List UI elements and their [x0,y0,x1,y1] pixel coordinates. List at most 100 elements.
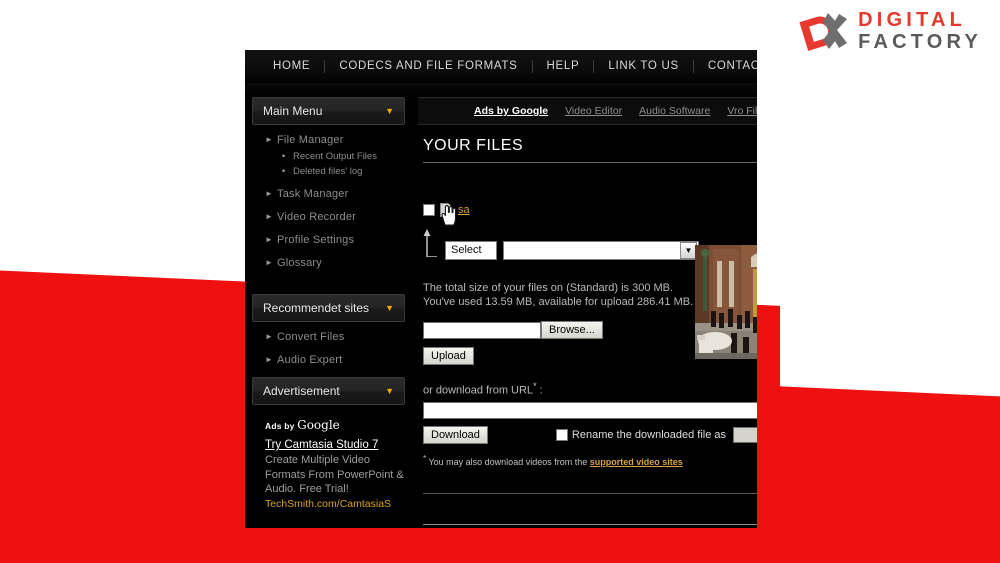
list-item: • Deleted files' log [249,166,413,177]
page-columns: Main Menu ▼ ► File Manager • Recent Outp… [245,97,757,528]
list-item: ► Convert Files [249,331,413,343]
ads-by-google-link[interactable]: Ads by Google [474,105,548,117]
list-item: ► Audio Expert [249,354,413,366]
sidebar-panel-recommended-sites[interactable]: Recommendet sites ▼ [252,294,405,322]
sidebar-item-profile-settings[interactable]: ► Profile Settings [249,234,413,246]
sidebar-subitem-deleted-files-log[interactable]: • Deleted files' log [249,166,413,177]
nav-item-help[interactable]: HELP [533,60,594,72]
footnote-text: You may also download videos from the [428,456,588,467]
sidebar-item-convert-files[interactable]: ► Convert Files [249,331,413,343]
bullet-arrow-icon: ► [265,135,274,144]
sidebar-item-video-recorder[interactable]: ► Video Recorder [249,211,413,223]
footnote-marker: * [533,381,537,391]
ad-title-link[interactable]: Try Camtasia Studio 7 [265,438,410,452]
decorative-red-slab-right [750,385,1000,563]
sidebar-subitem-label: Deleted files' log [293,166,363,177]
top-navigation: HOME CODECS AND FILE FORMATS HELP LINK T… [245,50,757,83]
sidebar-item-task-manager[interactable]: ► Task Manager [249,188,413,200]
nav-item-home[interactable]: HOME [259,60,324,72]
download-footnote: * You may also download videos from the … [423,454,757,467]
ad-link-vro-files[interactable]: Vro Files [727,105,757,117]
page-title: YOUR FILES [423,137,524,154]
file-select-checkbox[interactable] [423,203,435,216]
sidebar-subitem-recent-output-files[interactable]: • Recent Output Files [249,151,413,162]
sidebar-item-label: File Manager [277,134,344,146]
ads-by-text: Ads by [265,421,295,431]
sidebar-menu-list: ► File Manager • Recent Output Files • D… [249,134,413,269]
bullet-arrow-icon: ► [265,258,274,267]
sidebar-item-label: Audio Expert [277,354,343,366]
sidebar-panel-main-menu[interactable]: Main Menu ▼ [252,97,405,125]
footer-divider [423,523,757,525]
download-row: Download Rename the downloaded file as [423,425,757,444]
sidebar-item-label: Task Manager [277,188,349,200]
arrow-up-icon [423,229,437,257]
bullet-arrow-icon: ► [265,332,274,341]
list-item: ► Profile Settings [249,234,413,246]
logo-wordmark: DIGITAL FACTORY [858,10,982,52]
sidebar-item-file-manager-wrap: ► File Manager • Recent Output Files • D… [249,134,413,177]
nav-item-link-to-us[interactable]: LINK TO US [594,60,693,72]
file-icon[interactable] [440,202,453,217]
chevron-down-icon: ▼ [385,302,394,313]
sidebar-subitem-label: Recent Output Files [293,151,377,162]
sidebar-panel-advertisement[interactable]: Advertisement ▼ [252,377,405,405]
thumbnail-image [695,245,757,359]
logo-line-digital: DIGITAL [858,9,967,31]
list-item: ► Task Manager [249,188,413,200]
nav-item-codecs-and-file-formats[interactable]: CODECS AND FILE FORMATS [325,60,531,72]
nav-item-contact-form[interactable]: CONTACT FORM [694,60,757,72]
logo-line-factory: FACTORY [858,31,982,53]
upload-file-input[interactable] [423,321,541,339]
sidebar-panel-advertisement-label: Advertisement [263,384,340,398]
title-divider [423,162,757,163]
sidebar-item-label: Video Recorder [277,211,357,223]
chevron-down-icon: ▼ [385,105,394,116]
url-download-label-text: or download from URL [423,384,534,397]
footnote-marker: * [423,453,427,463]
bullet-arrow-icon: ► [265,212,274,221]
ad-link-audio-software[interactable]: Audio Software [639,105,710,117]
navigation-shadow [245,83,757,97]
bullet-dot-icon: • [282,166,286,176]
ads-banner-strip: Ads by Google Video Editor Audio Softwar… [418,97,757,125]
screenshot-stage: DIGITAL FACTORY HOME CODECS AND FILE FOR… [0,0,1000,563]
upload-button[interactable]: Upload [423,347,474,365]
download-button[interactable]: Download [423,425,488,444]
digital-factory-logo: DIGITAL FACTORY [795,10,982,52]
list-item: ► Video Recorder [249,211,413,223]
url-input[interactable] [423,401,757,419]
list-item: • Recent Output Files [249,151,413,162]
digital-factory-logo-mark [799,13,848,51]
sidebar-item-label: Glossary [277,257,322,269]
sidebar-panel-main-menu-label: Main Menu [263,104,323,118]
sidebar-item-glossary[interactable]: ► Glossary [249,257,413,269]
file-name-link[interactable]: sa [458,204,470,216]
bullet-arrow-icon: ► [265,189,274,198]
section-divider [423,492,757,494]
rename-downloaded-file-label: Rename the downloaded file as [571,428,727,441]
browser-page: HOME CODECS AND FILE FORMATS HELP LINK T… [245,50,757,528]
sidebar-panel-recommended-sites-label: Recommendet sites [263,301,370,315]
sidebar-item-label: Profile Settings [277,234,355,246]
rename-downloaded-file-checkbox[interactable] [555,428,568,441]
sidebar-item-audio-expert[interactable]: ► Audio Expert [249,354,413,366]
sidebar-submenu-file-manager: • Recent Output Files • Deleted files' l… [249,151,413,177]
rename-downloaded-file-input[interactable] [733,426,757,443]
ad-link-video-editor[interactable]: Video Editor [565,105,622,117]
select-all-button[interactable]: Select [445,240,497,260]
page-inner: HOME CODECS AND FILE FORMATS HELP LINK T… [245,50,757,528]
file-thumbnail-preview [695,245,757,359]
url-download-label: or download from URL* : [418,381,757,397]
bullet-arrow-icon: ► [265,235,274,244]
browse-button[interactable]: Browse... [541,321,603,339]
sidebar-item-file-manager[interactable]: ► File Manager [249,134,413,146]
bullet-arrow-icon: ► [265,355,274,364]
google-wordmark: Google [297,418,340,432]
bulk-action-dropdown[interactable]: ▼ [503,240,699,260]
supported-video-sites-link[interactable]: supported video sites [590,457,683,467]
ad-display-url[interactable]: TechSmith.com/CamtasiaS [265,498,410,510]
bullet-dot-icon: • [282,151,286,161]
url-download-label-colon: : [539,384,543,397]
